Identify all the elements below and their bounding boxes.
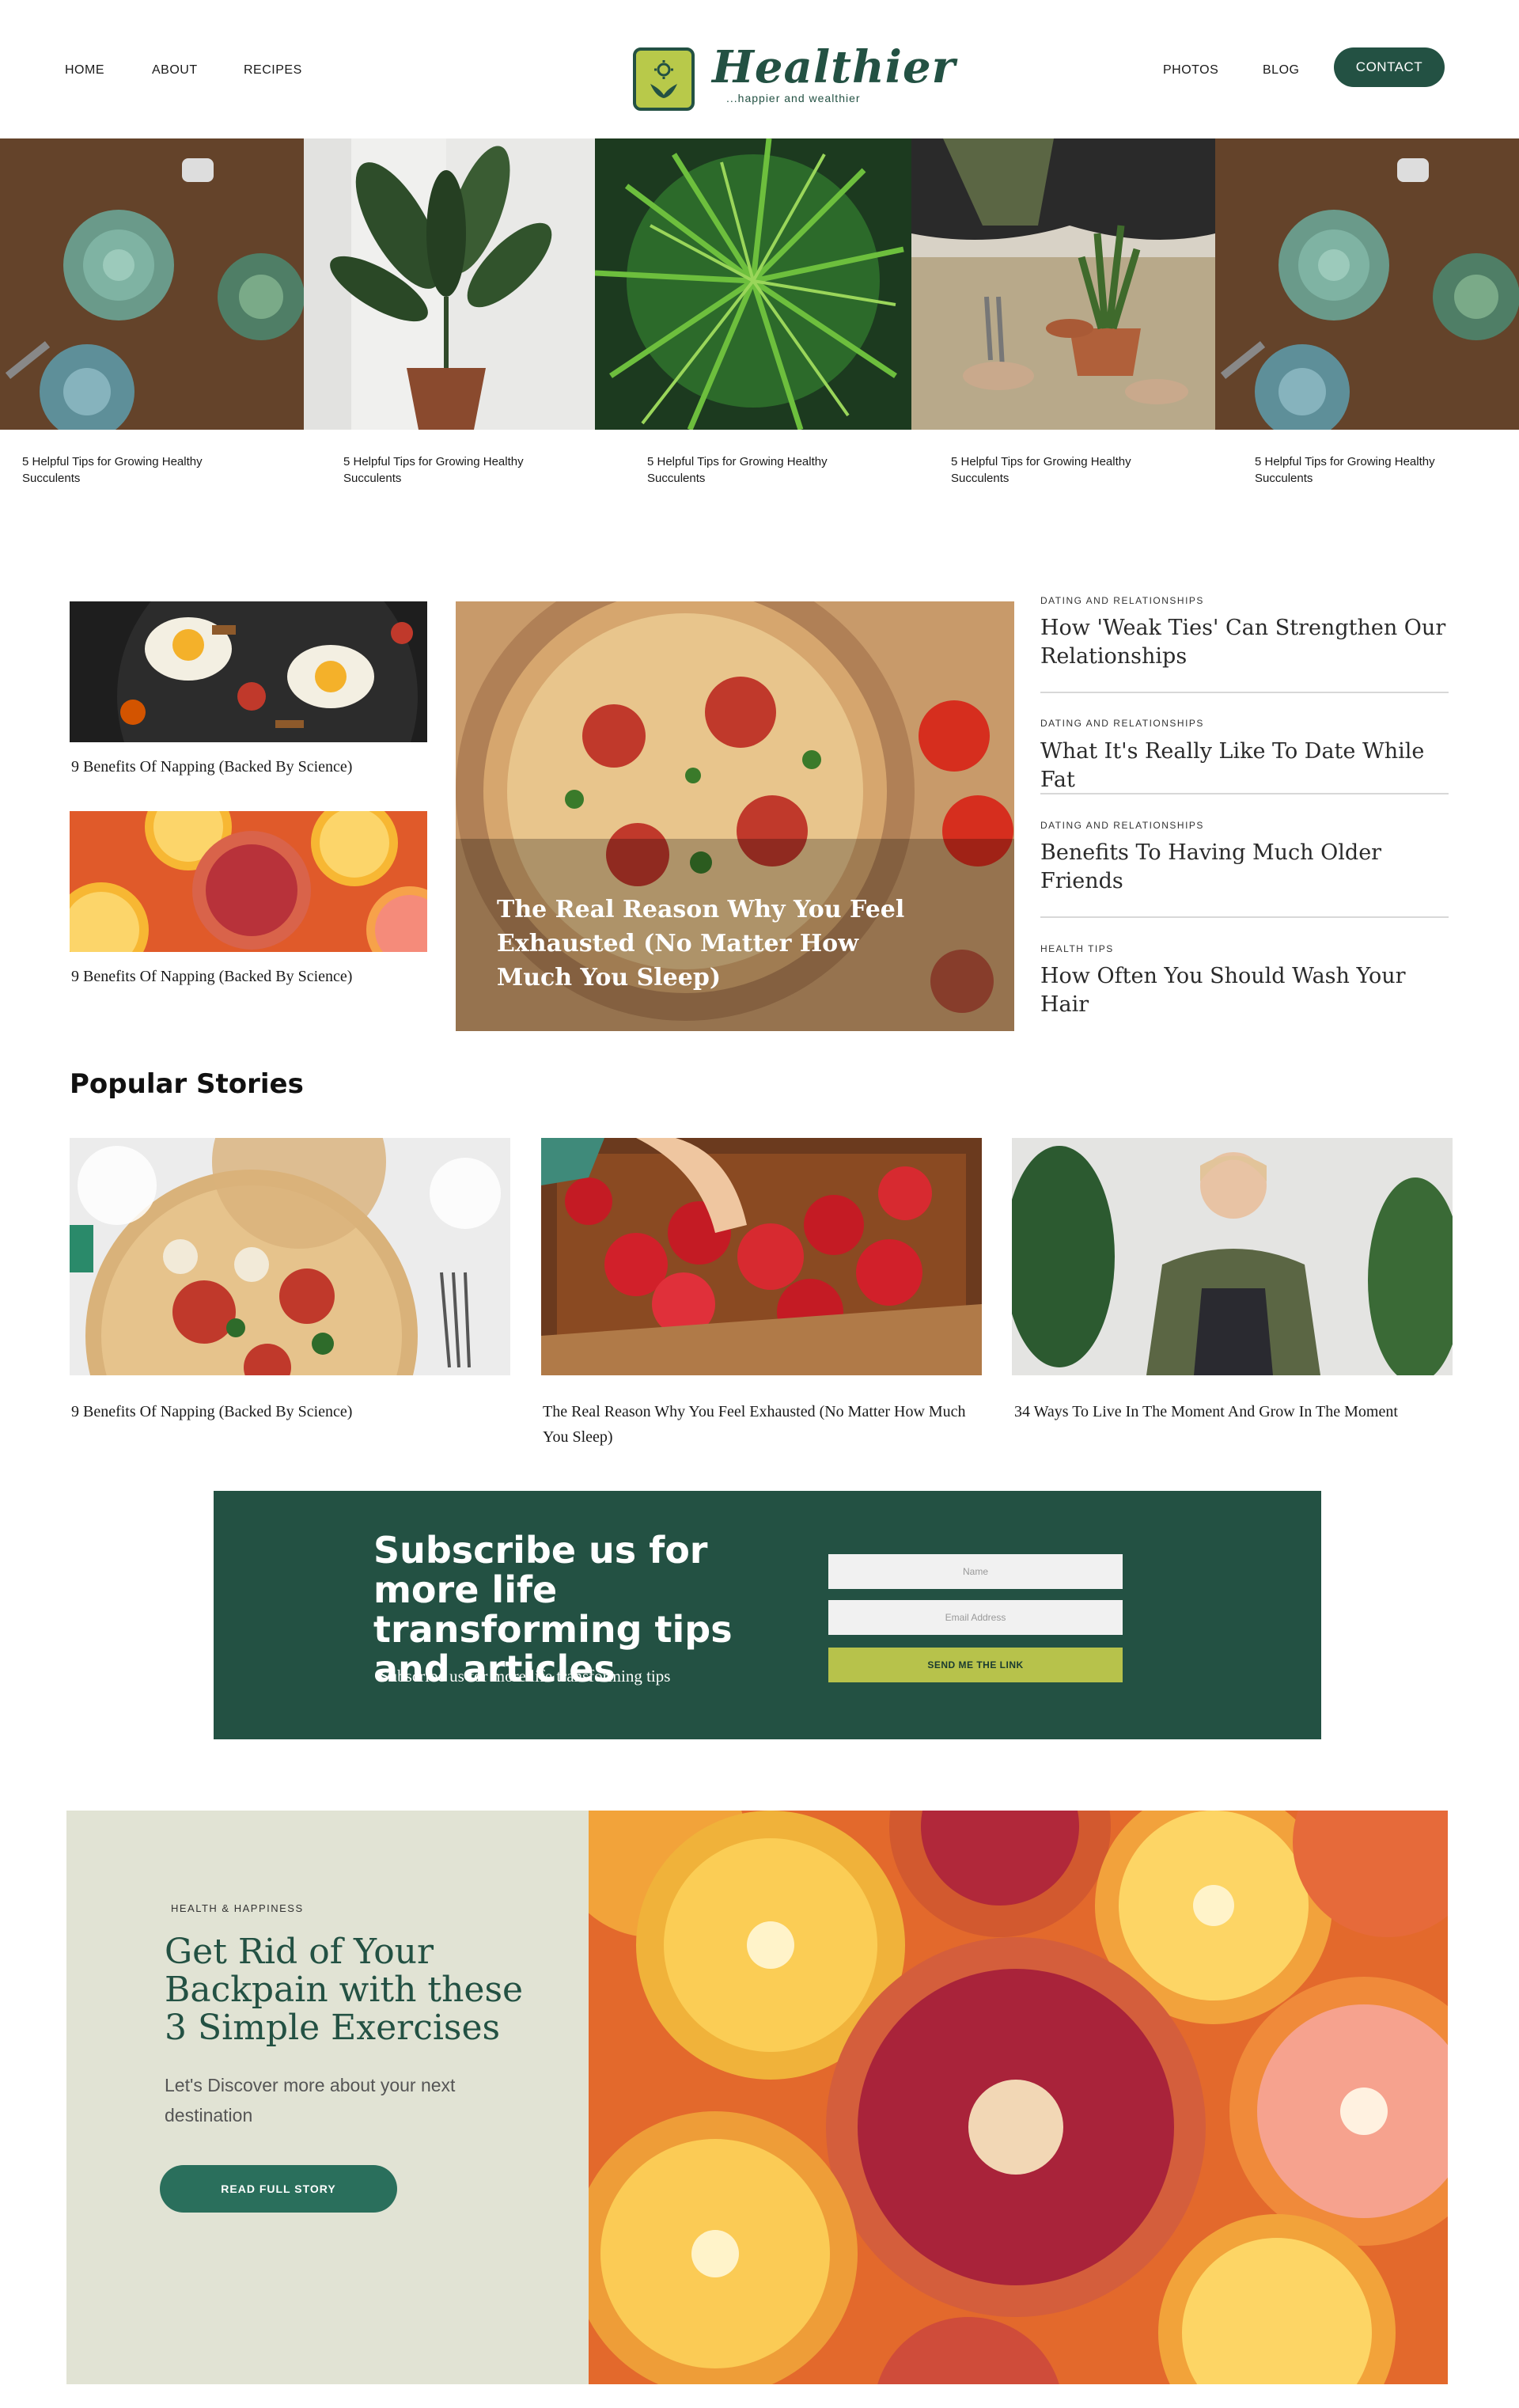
nav-home[interactable]: HOME [65, 63, 104, 78]
nav-photos[interactable]: PHOTOS [1163, 63, 1218, 78]
popular-story-caption-3[interactable]: 34 Ways To Live In The Moment And Grow I… [1014, 1399, 1457, 1424]
side-article-category-2: DATING AND RELATIONSHIPS [1040, 718, 1204, 729]
planting-image[interactable] [911, 138, 1215, 430]
eggs-skillet-image[interactable] [70, 601, 427, 742]
woman-plants-image[interactable] [1012, 1138, 1453, 1375]
strip-caption-2[interactable]: 5 Helpful Tips for Growing Healthy Succu… [343, 453, 565, 487]
subscribe-subtitle: Subscribe us for more life transforming … [380, 1667, 671, 1686]
pizza-table-image[interactable] [70, 1138, 510, 1375]
featured-story-title[interactable]: The Real Reason Why You Feel Exhausted (… [497, 893, 908, 995]
name-input[interactable] [828, 1554, 1123, 1589]
citrus-large-image[interactable] [589, 1811, 1448, 2384]
strip-caption-1[interactable]: 5 Helpful Tips for Growing Healthy Succu… [22, 453, 244, 487]
side-divider [1040, 793, 1449, 794]
nav-about[interactable]: ABOUT [152, 63, 198, 78]
side-article-title-2[interactable]: What It's Really Like To Date While Fat [1040, 738, 1452, 794]
side-article-title-1[interactable]: How 'Weak Ties' Can Strengthen Our Relat… [1040, 614, 1452, 671]
strip-caption-3[interactable]: 5 Helpful Tips for Growing Healthy Succu… [647, 453, 869, 487]
logo-icon[interactable] [633, 47, 695, 111]
popular-story-caption-1[interactable]: 9 Benefits Of Napping (Backed By Science… [71, 1399, 514, 1424]
logo-title[interactable]: Healthier [712, 41, 956, 93]
side-article-title-4[interactable]: How Often You Should Wash Your Hair [1040, 962, 1452, 1019]
nav-recipes[interactable]: RECIPES [244, 63, 302, 78]
story-category: HEALTH & HAPPINESS [171, 1902, 304, 1914]
read-full-story-button[interactable]: READ FULL STORY [160, 2165, 397, 2213]
contact-button[interactable]: CONTACT [1334, 47, 1445, 87]
potted-plant-image[interactable] [304, 138, 595, 430]
citrus-pomegranate-image[interactable] [70, 811, 427, 952]
story-description: Let's Discover more about your next dest… [165, 2075, 456, 2125]
story-promo-panel: HEALTH & HAPPINESS Get Rid of Your Backp… [66, 1811, 589, 2384]
hero-image-strip [0, 138, 1519, 430]
side-article-category-4: HEALTH TIPS [1040, 943, 1114, 954]
small-card-caption-1[interactable]: 9 Benefits Of Napping (Backed By Science… [71, 758, 352, 776]
apples-crate-image[interactable] [541, 1138, 982, 1375]
side-divider [1040, 692, 1449, 693]
story-title[interactable]: Get Rid of Your Backpain with these 3 Si… [165, 1933, 544, 2047]
strip-caption-4[interactable]: 5 Helpful Tips for Growing Healthy Succu… [951, 453, 1172, 487]
subscribe-title: Subscribe us for more life transforming … [373, 1529, 733, 1690]
succulent-image[interactable] [0, 138, 304, 430]
email-input[interactable] [828, 1600, 1123, 1635]
succulent-image-2[interactable] [1215, 138, 1519, 430]
popular-stories-heading: Popular Stories [70, 1068, 304, 1100]
strip-caption-5[interactable]: 5 Helpful Tips for Growing Healthy Succu… [1255, 453, 1476, 487]
featured-story[interactable]: The Real Reason Why You Feel Exhausted (… [456, 601, 1014, 1031]
logo-tagline: ...happier and wealthier [726, 92, 861, 104]
side-article-title-3[interactable]: Benefits To Having Much Older Friends [1040, 839, 1452, 896]
side-article-category-1: DATING AND RELATIONSHIPS [1040, 595, 1204, 606]
side-divider [1040, 916, 1449, 918]
side-article-category-3: DATING AND RELATIONSHIPS [1040, 820, 1204, 831]
small-card-caption-2[interactable]: 9 Benefits Of Napping (Backed By Science… [71, 968, 352, 986]
subscribe-banner: Subscribe us for more life transforming … [214, 1491, 1321, 1739]
palm-leaves-image[interactable] [595, 138, 911, 430]
site-header: HOME ABOUT RECIPES Healthier ...happier … [0, 0, 1519, 138]
send-link-button[interactable]: SEND ME THE LINK [828, 1648, 1123, 1682]
popular-story-caption-2[interactable]: The Real Reason Why You Feel Exhausted (… [543, 1399, 986, 1450]
nav-blog[interactable]: BLOG [1263, 63, 1299, 78]
